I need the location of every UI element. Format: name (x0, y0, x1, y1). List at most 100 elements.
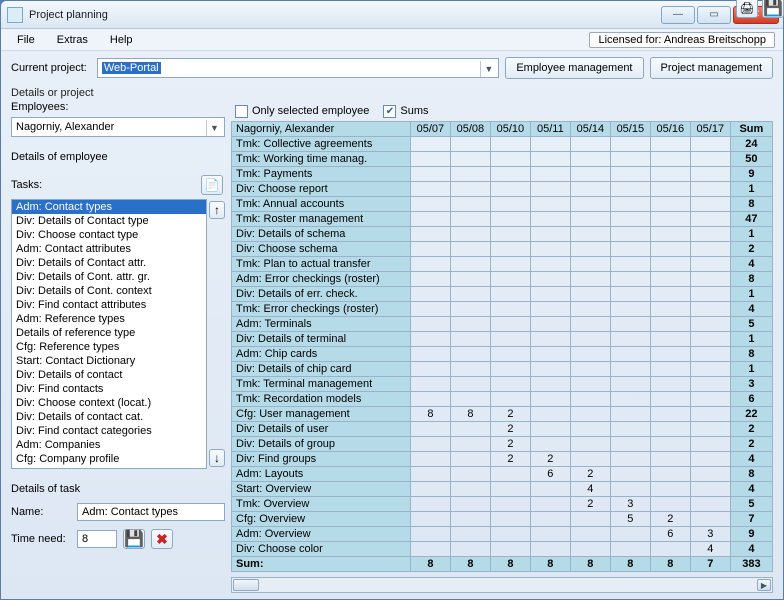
grid-cell[interactable] (530, 422, 570, 437)
grid-cell[interactable] (410, 497, 450, 512)
move-up-button[interactable]: ↑ (209, 201, 225, 219)
grid-cell[interactable] (570, 332, 610, 347)
grid-cell[interactable] (610, 137, 650, 152)
grid-cell[interactable] (650, 407, 690, 422)
scroll-thumb[interactable] (233, 579, 259, 591)
grid-cell[interactable] (450, 497, 490, 512)
grid-cell[interactable] (570, 362, 610, 377)
grid-cell[interactable] (490, 182, 530, 197)
grid-cell[interactable] (690, 182, 730, 197)
grid-cell[interactable] (690, 152, 730, 167)
grid-cell[interactable] (690, 287, 730, 302)
menu-extras[interactable]: Extras (49, 32, 96, 48)
grid-cell[interactable]: 4 (570, 482, 610, 497)
grid-cell[interactable] (530, 182, 570, 197)
grid-cell[interactable] (450, 227, 490, 242)
grid-cell[interactable] (570, 437, 610, 452)
task-item[interactable]: Div: Details of Cont. context (12, 284, 206, 298)
grid-cell[interactable] (490, 497, 530, 512)
grid-cell[interactable] (610, 182, 650, 197)
grid-cell[interactable] (690, 197, 730, 212)
grid-cell[interactable] (650, 422, 690, 437)
grid-cell[interactable] (650, 167, 690, 182)
grid-cell[interactable] (650, 392, 690, 407)
grid-cell[interactable] (690, 332, 730, 347)
grid-cell[interactable] (610, 347, 650, 362)
grid-cell[interactable] (650, 437, 690, 452)
grid-cell[interactable] (490, 377, 530, 392)
grid-cell[interactable] (410, 152, 450, 167)
grid-cell[interactable] (410, 272, 450, 287)
grid-cell[interactable] (410, 317, 450, 332)
grid-cell[interactable] (610, 452, 650, 467)
grid-cell[interactable] (490, 542, 530, 557)
grid-cell[interactable] (610, 407, 650, 422)
grid-cell[interactable] (690, 272, 730, 287)
grid-cell[interactable] (490, 137, 530, 152)
task-item[interactable]: Div: Choose contact type (12, 228, 206, 242)
grid-cell[interactable] (450, 182, 490, 197)
grid-cell[interactable] (450, 152, 490, 167)
grid-cell[interactable] (530, 212, 570, 227)
grid-cell[interactable] (650, 317, 690, 332)
grid-cell[interactable] (410, 302, 450, 317)
grid-cell[interactable] (570, 542, 610, 557)
grid-cell[interactable] (450, 197, 490, 212)
grid-cell[interactable]: 4 (690, 542, 730, 557)
grid-cell[interactable] (530, 497, 570, 512)
grid-cell[interactable] (570, 512, 610, 527)
grid-cell[interactable] (490, 272, 530, 287)
grid-cell[interactable] (570, 257, 610, 272)
grid-cell[interactable] (690, 377, 730, 392)
grid-cell[interactable] (570, 242, 610, 257)
grid-cell[interactable] (490, 362, 530, 377)
grid-cell[interactable] (530, 302, 570, 317)
grid-cell[interactable] (650, 482, 690, 497)
grid-cell[interactable] (410, 542, 450, 557)
grid-cell[interactable] (410, 242, 450, 257)
print-button[interactable]: 🖨 (736, 0, 758, 18)
grid-cell[interactable] (690, 422, 730, 437)
grid-cell[interactable] (530, 437, 570, 452)
grid-cell[interactable] (570, 527, 610, 542)
grid-cell[interactable] (450, 242, 490, 257)
grid-cell[interactable]: 8 (410, 407, 450, 422)
task-name-input[interactable]: Adm: Contact types (77, 503, 225, 521)
grid-cell[interactable] (690, 302, 730, 317)
grid-cell[interactable] (450, 137, 490, 152)
grid-cell[interactable] (530, 332, 570, 347)
grid-cell[interactable] (610, 227, 650, 242)
grid-cell[interactable] (690, 227, 730, 242)
grid-cell[interactable] (530, 362, 570, 377)
task-item[interactable]: Div: Details of contact cat. (12, 410, 206, 424)
grid-cell[interactable] (570, 317, 610, 332)
grid-cell[interactable] (410, 257, 450, 272)
grid-cell[interactable] (690, 407, 730, 422)
grid-cell[interactable] (650, 467, 690, 482)
minimize-button[interactable]: — (661, 6, 695, 24)
grid-cell[interactable] (570, 197, 610, 212)
grid-cell[interactable] (610, 272, 650, 287)
grid-cell[interactable] (570, 272, 610, 287)
grid-cell[interactable] (490, 482, 530, 497)
grid-cell[interactable] (450, 422, 490, 437)
grid-cell[interactable] (490, 242, 530, 257)
only-selected-checkbox[interactable] (235, 105, 248, 118)
grid-cell[interactable] (570, 227, 610, 242)
grid-cell[interactable]: 2 (490, 407, 530, 422)
grid-cell[interactable] (410, 467, 450, 482)
grid-cell[interactable] (650, 542, 690, 557)
grid-cell[interactable] (490, 467, 530, 482)
grid-cell[interactable] (530, 197, 570, 212)
task-item[interactable]: Div: Find contact attributes (12, 298, 206, 312)
grid-cell[interactable] (450, 377, 490, 392)
maximize-button[interactable]: ▭ (697, 6, 731, 24)
grid-cell[interactable] (410, 482, 450, 497)
grid-cell[interactable] (690, 257, 730, 272)
grid-cell[interactable] (490, 197, 530, 212)
grid-cell[interactable] (570, 212, 610, 227)
grid-cell[interactable] (650, 197, 690, 212)
grid-cell[interactable] (450, 437, 490, 452)
grid-cell[interactable] (610, 242, 650, 257)
grid-cell[interactable] (690, 347, 730, 362)
